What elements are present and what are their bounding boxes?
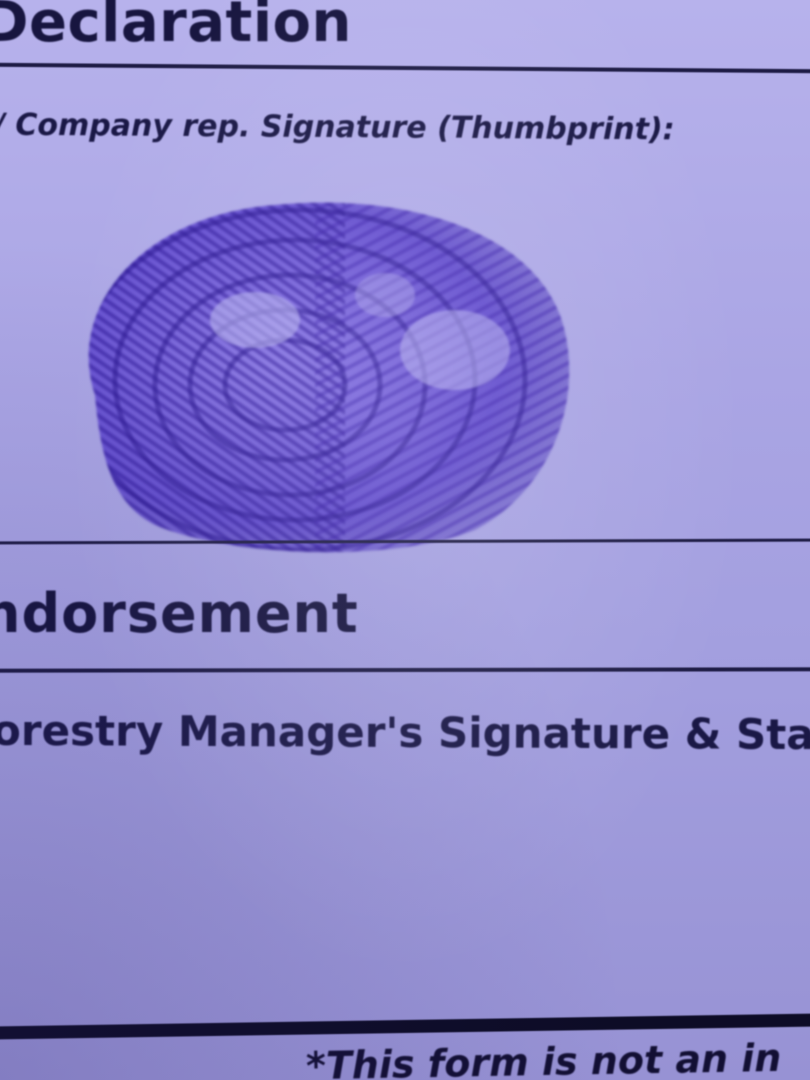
manager-signature-label: orestry Manager's Signature & Sta	[0, 705, 810, 760]
scanned-form-page: Declaration / Company rep. Signature (Th…	[0, 0, 810, 1080]
endorsement-heading: ndorsement	[0, 582, 359, 645]
thumbprint-impression	[88, 202, 570, 553]
section-divider	[0, 62, 810, 74]
declaration-heading: Declaration	[0, 0, 352, 55]
footer-divider	[0, 1013, 810, 1040]
section-divider	[0, 667, 810, 673]
thumbprint-signature-label: / Company rep. Signature (Thumbprint):	[0, 107, 675, 148]
footer-disclaimer: *This form is not an in	[305, 1035, 782, 1080]
